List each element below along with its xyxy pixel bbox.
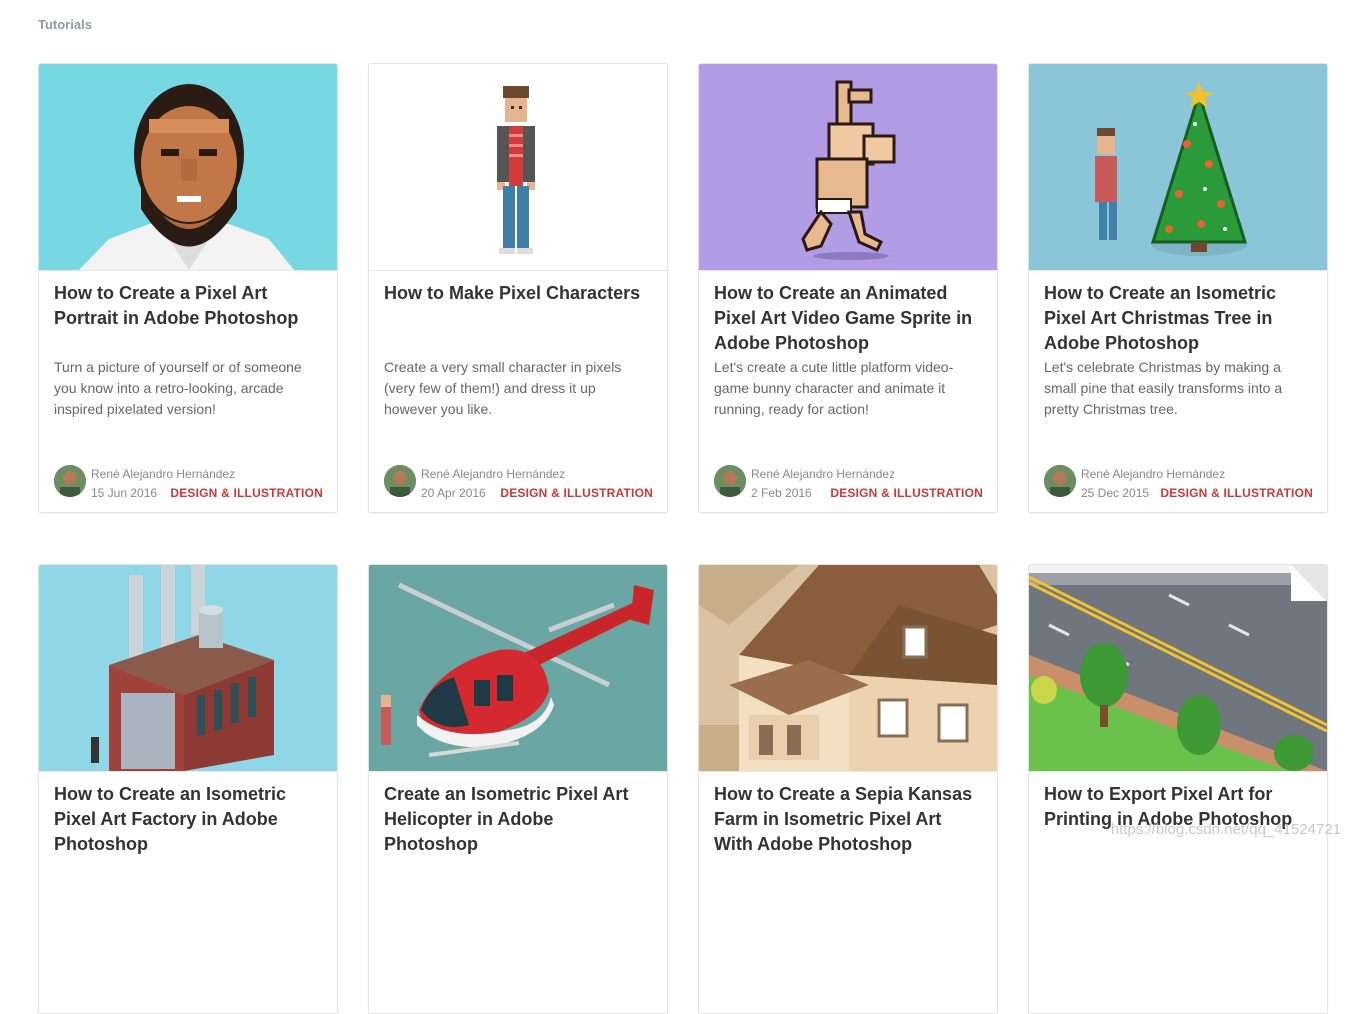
tutorial-card[interactable]: How to Create an Animated Pixel Art Vide… (698, 63, 998, 513)
watermark: https://blog.csdn.net/qq_41524721 (1110, 821, 1341, 838)
author-avatar[interactable] (1044, 465, 1076, 497)
card-meta: René Alejandro Hernández 20 Apr 2016 DES… (384, 464, 653, 500)
card-thumbnail-sepia-farm[interactable] (699, 565, 997, 772)
category-link[interactable]: DESIGN & ILLUSTRATION (500, 486, 653, 500)
author-name[interactable]: René Alejandro Hernández (1081, 467, 1225, 481)
card-description: Create a very small character in pixels … (384, 359, 622, 417)
tutorial-card[interactable]: How to Make Pixel Characters Create a ve… (368, 63, 668, 513)
publish-date: 25 Dec 2015 (1081, 486, 1150, 500)
card-meta: René Alejandro Hernández 25 Dec 2015 DES… (1044, 464, 1313, 500)
card-title[interactable]: Create an Isometric Pixel Art Helicopter… (384, 782, 652, 857)
card-title[interactable]: How to Create a Sepia Kansas Farm in Iso… (714, 782, 982, 857)
publish-date: 15 Jun 2016 (91, 486, 158, 500)
author-name[interactable]: René Alejandro Hernández (751, 467, 895, 481)
tutorial-card[interactable]: How to Export Pixel Art for Printing in … (1028, 564, 1328, 1014)
section-label: Tutorials (38, 17, 92, 32)
author-avatar[interactable] (384, 465, 416, 497)
tutorial-grid: How to Create a Pixel Art Portrait in Ad… (38, 63, 1328, 1014)
card-title[interactable]: How to Create an Isometric Pixel Art Chr… (1044, 281, 1312, 356)
publish-date: 2 Feb 2016 (751, 486, 812, 500)
tutorial-card[interactable]: How to Create a Pixel Art Portrait in Ad… (38, 63, 338, 513)
card-thumbnail-factory[interactable] (39, 565, 337, 772)
card-thumbnail-road-export[interactable] (1029, 565, 1327, 772)
card-description: Turn a picture of yourself or of someone… (54, 359, 302, 417)
author-avatar[interactable] (714, 465, 746, 497)
card-description: Let's create a cute little platform vide… (714, 359, 954, 417)
author-name[interactable]: René Alejandro Hernández (421, 467, 565, 481)
card-thumbnail-helicopter[interactable] (369, 565, 667, 772)
card-title[interactable]: How to Create an Animated Pixel Art Vide… (714, 281, 982, 356)
category-link[interactable]: DESIGN & ILLUSTRATION (830, 486, 983, 500)
card-title[interactable]: How to Create a Pixel Art Portrait in Ad… (54, 281, 322, 331)
tutorial-card[interactable]: How to Create a Sepia Kansas Farm in Iso… (698, 564, 998, 1014)
tutorial-card[interactable]: How to Create an Isometric Pixel Art Chr… (1028, 63, 1328, 513)
tutorial-card[interactable]: Create an Isometric Pixel Art Helicopter… (368, 564, 668, 1014)
card-description: Let's celebrate Christmas by making a sm… (1044, 359, 1283, 417)
card-thumbnail-christmas-tree[interactable] (1029, 64, 1327, 271)
author-avatar[interactable] (54, 465, 86, 497)
category-link[interactable]: DESIGN & ILLUSTRATION (170, 486, 323, 500)
card-title[interactable]: How to Create an Isometric Pixel Art Fac… (54, 782, 322, 857)
card-meta: René Alejandro Hernández 15 Jun 2016 DES… (54, 464, 323, 500)
author-name[interactable]: René Alejandro Hernández (91, 467, 235, 481)
tutorial-card[interactable]: How to Create an Isometric Pixel Art Fac… (38, 564, 338, 1014)
card-thumbnail-character[interactable] (369, 64, 667, 271)
card-thumbnail-bunny-sprite[interactable] (699, 64, 997, 271)
publish-date: 20 Apr 2016 (421, 486, 486, 500)
category-link[interactable]: DESIGN & ILLUSTRATION (1160, 486, 1313, 500)
card-thumbnail-portrait[interactable] (39, 64, 337, 271)
card-meta: René Alejandro Hernández 2 Feb 2016 DESI… (714, 464, 983, 500)
card-title[interactable]: How to Make Pixel Characters (384, 281, 652, 306)
